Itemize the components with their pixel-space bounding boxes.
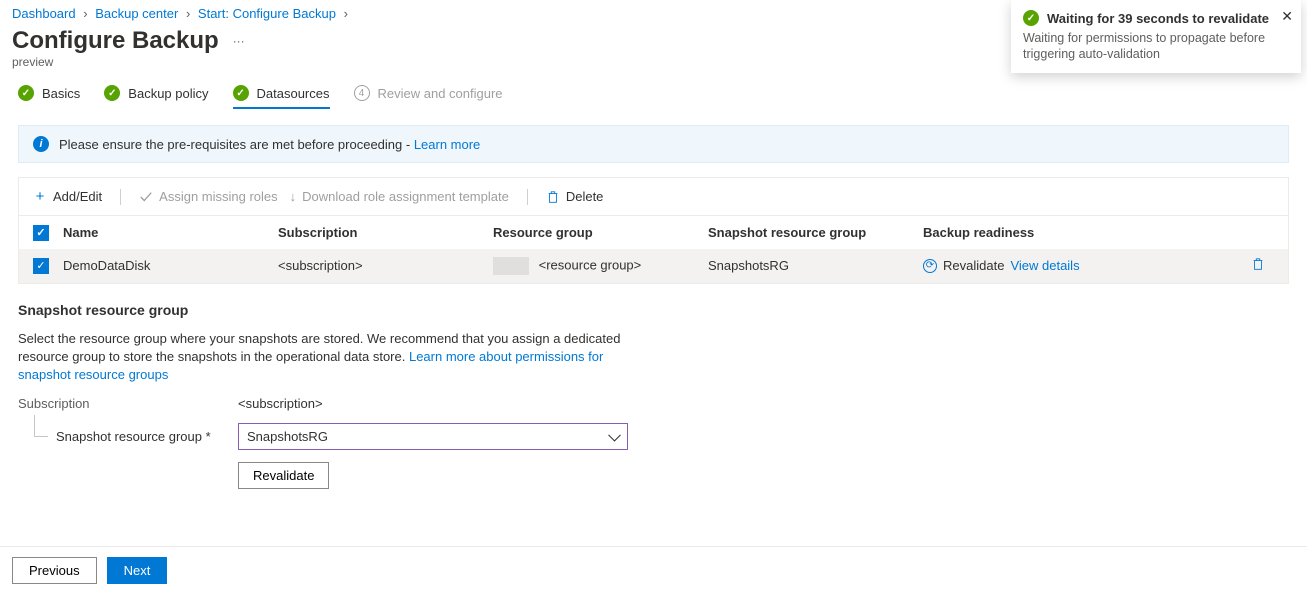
download-icon [290, 189, 297, 204]
checkmark-icon [139, 190, 153, 204]
toolbar-separator [120, 189, 121, 205]
toast-title-text: Waiting for 39 seconds to revalidate [1047, 11, 1269, 26]
success-icon [1023, 10, 1039, 26]
next-button[interactable]: Next [107, 557, 168, 584]
more-icon[interactable]: ··· [233, 34, 245, 48]
check-circle-icon [233, 85, 249, 101]
check-circle-icon [18, 85, 34, 101]
snapshot-rg-select[interactable]: SnapshotsRG [238, 423, 628, 450]
add-edit-button[interactable]: Add/Edit [29, 186, 106, 207]
check-circle-icon [104, 85, 120, 101]
th-subscription[interactable]: Subscription [274, 225, 489, 240]
close-icon[interactable]: ✕ [1281, 8, 1293, 25]
snapshot-rg-label-text: Snapshot resource group * [56, 429, 211, 444]
th-resource-group[interactable]: Resource group [489, 225, 704, 240]
wizard-steps: Basics Backup policy Datasources 4 Revie… [0, 85, 1307, 109]
download-template-button: Download role assignment template [286, 187, 513, 206]
th-snapshot-rg[interactable]: Snapshot resource group [704, 225, 919, 240]
step-review: 4 Review and configure [354, 85, 503, 109]
breadcrumb-link-backup-center[interactable]: Backup center [95, 6, 178, 21]
datasources-toolbar: Add/Edit Assign missing roles Download r… [19, 178, 1288, 215]
chevron-right-icon: › [186, 6, 190, 21]
snapshot-rg-section: Snapshot resource group Select the resou… [0, 284, 1307, 490]
cell-resource-group-text: <resource group> [539, 257, 642, 272]
info-learn-more-link[interactable]: Learn more [414, 137, 480, 152]
trash-icon [546, 190, 560, 204]
step-label: Review and configure [378, 86, 503, 101]
view-details-link[interactable]: View details [1010, 258, 1079, 273]
toolbar-separator [527, 189, 528, 205]
table-row[interactable]: DemoDataDisk <subscription> <resource gr… [19, 249, 1288, 283]
info-icon [33, 136, 49, 152]
step-label: Basics [42, 86, 80, 101]
cell-resource-group: <resource group> [489, 257, 704, 275]
step-number-icon: 4 [354, 85, 370, 101]
delete-button[interactable]: Delete [542, 187, 608, 206]
toolbar-label: Assign missing roles [159, 189, 278, 204]
cell-name: DemoDataDisk [59, 258, 274, 273]
cell-snapshot-rg: SnapshotsRG [704, 258, 919, 273]
snapshot-rg-label: Snapshot resource group * [18, 429, 238, 444]
chevron-right-icon: › [83, 6, 87, 21]
step-label: Datasources [257, 86, 330, 101]
tree-indent-line [34, 415, 48, 437]
breadcrumb-link-dashboard[interactable]: Dashboard [12, 6, 76, 21]
toolbar-label: Add/Edit [53, 189, 102, 204]
step-label: Backup policy [128, 86, 208, 101]
th-name[interactable]: Name [59, 225, 274, 240]
previous-button[interactable]: Previous [12, 557, 97, 584]
table-header: Name Subscription Resource group Snapsho… [19, 215, 1288, 249]
subscription-value: <subscription> [238, 396, 1289, 411]
subscription-label: Subscription [18, 396, 238, 411]
th-readiness[interactable]: Backup readiness [919, 225, 1238, 240]
notification-toast: ✕ Waiting for 39 seconds to revalidate W… [1011, 0, 1301, 73]
chevron-right-icon: › [344, 6, 348, 21]
readiness-status: Revalidate [943, 258, 1004, 273]
datasources-panel: Add/Edit Assign missing roles Download r… [18, 177, 1289, 284]
wizard-footer: Previous Next [0, 546, 1307, 594]
step-backup-policy[interactable]: Backup policy [104, 85, 208, 109]
toast-body-text: Waiting for permissions to propagate bef… [1023, 30, 1271, 63]
page-title: Configure Backup [12, 27, 219, 55]
row-checkbox[interactable] [33, 258, 49, 274]
revalidate-icon [923, 259, 937, 273]
info-text: Please ensure the pre-requisites are met… [59, 137, 414, 152]
assign-roles-button: Assign missing roles [135, 187, 282, 206]
breadcrumb-link-start-configure[interactable]: Start: Configure Backup [198, 6, 336, 21]
plus-icon [33, 188, 47, 205]
section-heading: Snapshot resource group [18, 302, 1289, 318]
revalidate-button[interactable]: Revalidate [238, 462, 329, 489]
info-banner: Please ensure the pre-requisites are met… [18, 125, 1289, 163]
step-basics[interactable]: Basics [18, 85, 80, 109]
toolbar-label: Download role assignment template [302, 189, 509, 204]
cell-subscription: <subscription> [274, 258, 489, 273]
readiness-cell: Revalidate View details [923, 258, 1234, 273]
step-datasources[interactable]: Datasources [233, 85, 330, 109]
toolbar-label: Delete [566, 189, 604, 204]
select-all-checkbox[interactable] [33, 225, 49, 241]
row-delete-icon[interactable] [1251, 257, 1265, 271]
placeholder-thumb [493, 257, 529, 275]
